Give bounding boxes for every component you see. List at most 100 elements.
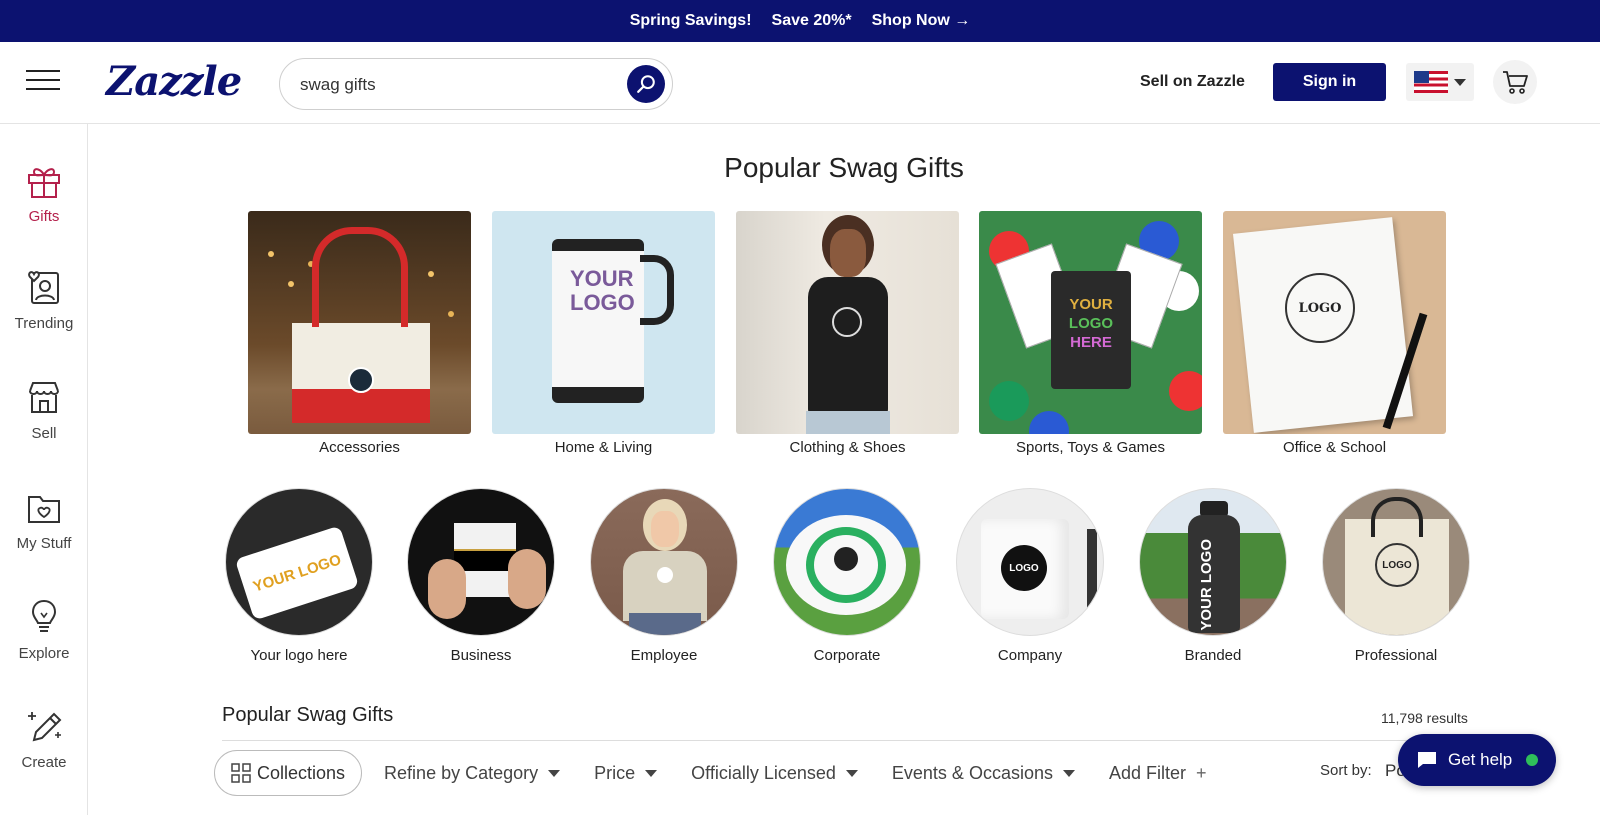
search-icon [637,75,655,93]
sidebar-item-gifts[interactable]: Gifts [0,160,88,260]
online-status-dot [1526,754,1539,766]
category-label: Office & School [1282,439,1387,456]
divider [222,740,1472,741]
home-living-mug-image: YOUR LOGO [492,211,715,434]
circle-company[interactable]: LOGO Company [955,488,1105,664]
circle-label: Company [997,647,1063,664]
circle-label: Business [450,647,512,664]
category-card-clothing-shoes[interactable]: Clothing & Shoes [736,211,959,456]
circle-label: Professional [1354,647,1438,664]
accessories-tote-image [248,211,471,434]
category-label: Sports, Toys & Games [1016,439,1165,456]
gift-icon [28,168,60,198]
category-card-home-living[interactable]: YOUR LOGO Home & Living [492,211,715,456]
cart-icon [1503,71,1528,94]
filter-bar: Collections Refine by Category Price Off… [214,750,1241,796]
circle-label: Branded [1184,647,1242,664]
circle-your-logo-here[interactable]: YOUR LOGO Your logo here [224,488,374,664]
sidebar-item-label: Explore [18,645,70,662]
filter-label: Officially Licensed [691,762,836,783]
trending-icon [28,271,59,304]
chat-icon [1418,752,1436,768]
clothing-tank-top-image [736,211,959,434]
locale-selector[interactable] [1406,63,1474,101]
category-label: Home & Living [554,439,653,456]
sidebar-item-sell[interactable]: Sell [0,377,88,477]
sidebar-item-label: Create [21,754,67,771]
promo-spring-savings: Spring Savings! [629,12,752,29]
filter-price[interactable]: Price [594,762,658,784]
page-title: Popular Swag Gifts [724,152,964,183]
filter-officially-licensed[interactable]: Officially Licensed [691,763,858,784]
plus-icon: + [1196,762,1207,783]
branded-bottle-image: YOUR LOGO [1139,488,1287,636]
storefront-icon [29,382,59,413]
sidebar-item-label: Sell [31,425,57,442]
sidebar-item-my-stuff[interactable]: My Stuff [0,487,88,587]
luggage-tag-image: YOUR LOGO [225,488,373,636]
sign-in-button[interactable]: Sign in [1273,63,1386,101]
site-header: Zazzle Sell on Zazzle Sign in [0,42,1600,124]
zazzle-logo[interactable]: Zazzle [106,58,242,105]
promo-shop-now-link[interactable]: Shop Now → [872,12,971,30]
pencil-sparkle-icon [28,712,62,742]
collections-label: Collections [257,762,346,783]
left-sidebar: Gifts Trending Sell My Stuff Explore Cre… [0,124,88,815]
results-count: 11,798 results [1381,710,1468,726]
category-card-office-school[interactable]: LOGO Office & School [1223,211,1446,456]
category-label: Clothing & Shoes [789,439,906,456]
search-bar [279,58,673,110]
company-mug-image: LOGO [956,488,1104,636]
circle-label: Your logo here [250,647,348,664]
chevron-down-icon [548,769,561,777]
get-help-button[interactable]: Get help [1398,734,1556,786]
section-title: Popular Swag Gifts [222,704,394,726]
office-notebook-image: LOGO [1223,211,1446,434]
cart-button[interactable] [1493,60,1537,104]
collections-button[interactable]: Collections [214,750,363,796]
sell-on-zazzle-link[interactable]: Sell on Zazzle [1140,73,1245,91]
search-button[interactable] [627,65,665,103]
circle-employee[interactable]: Employee [589,488,739,664]
filter-label: Add Filter [1108,762,1187,783]
chevron-down-icon [1062,769,1075,777]
sidebar-item-explore[interactable]: Explore [0,597,88,697]
circle-business[interactable]: Business [406,488,556,664]
sidebar-item-create[interactable]: Create [0,706,88,806]
sports-playing-cards-image: YOUR LOGO HERE [979,211,1202,434]
sidebar-item-trending[interactable]: Trending [0,267,88,367]
get-help-label: Get help [1448,750,1513,769]
circle-label: Employee [630,647,698,664]
folder-heart-icon [28,496,60,523]
employee-tshirt-image [590,488,738,636]
filter-label: Events & Occasions [891,762,1053,783]
category-card-sports-toys-games[interactable]: YOUR LOGO HERE Sports, Toys & Games [979,211,1202,456]
category-card-accessories[interactable]: Accessories [248,211,471,456]
sidebar-item-label: Trending [14,315,74,332]
hamburger-menu-icon[interactable] [26,70,60,94]
us-flag-icon [1414,71,1448,93]
sort-by-label: Sort by: [1320,762,1372,779]
search-input[interactable] [300,71,600,99]
category-label: Accessories [319,439,400,456]
circle-label: Corporate [813,647,881,664]
business-mug-image [407,488,555,636]
add-filter-button[interactable]: Add Filter + [1109,763,1207,784]
filter-label: Refine by Category [384,762,539,783]
circle-corporate[interactable]: Corporate [772,488,922,664]
filter-refine-by-category[interactable]: Refine by Category [384,762,561,784]
lightbulb-icon [31,599,57,632]
circle-branded[interactable]: YOUR LOGO Branded [1138,488,1288,664]
sidebar-item-label: My Stuff [16,535,72,552]
filter-label: Price [594,762,636,783]
chevron-down-icon [845,769,858,777]
filter-events-occasions[interactable]: Events & Occasions [892,763,1075,784]
corporate-frisbee-image [773,488,921,636]
chevron-down-icon [1454,78,1466,86]
circle-professional[interactable]: LOGO Professional [1321,488,1471,664]
promo-discount: Save 20%* [771,12,852,29]
professional-tote-image: LOGO [1322,488,1470,636]
promo-banner[interactable]: Spring Savings! Save 20%* Shop Now → [0,0,1600,42]
sidebar-item-label: Gifts [28,208,60,225]
chevron-down-icon [645,769,658,777]
